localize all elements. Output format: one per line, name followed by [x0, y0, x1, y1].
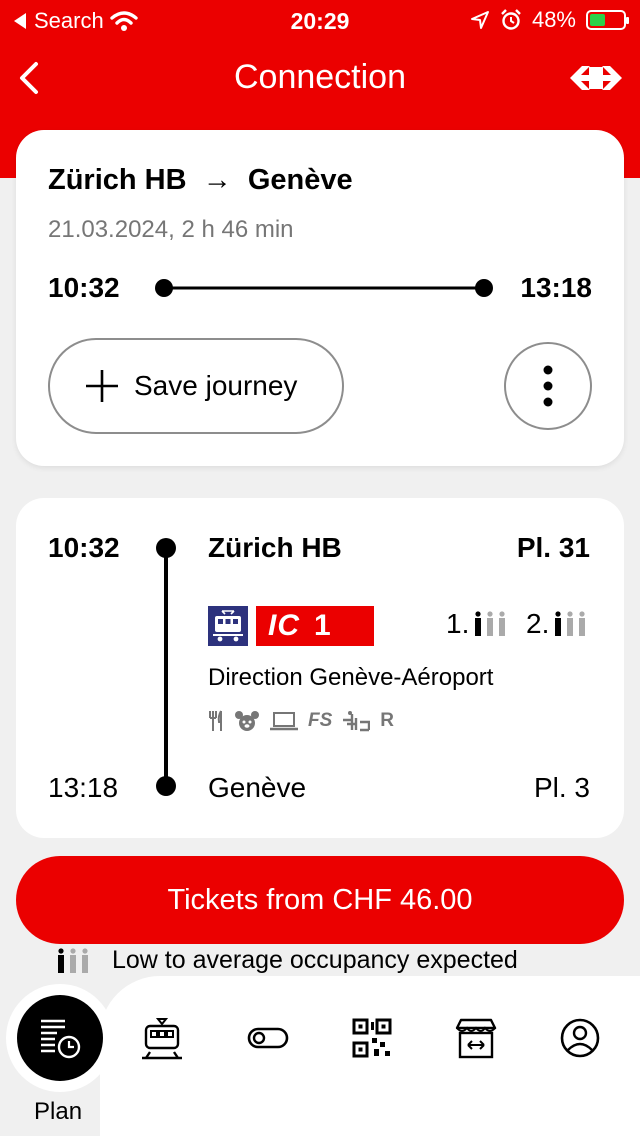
first-class-label: 1. — [446, 608, 470, 639]
tab-plan-label: Plan — [34, 1098, 83, 1125]
shop-icon[interactable] — [454, 1016, 498, 1060]
first-class-occupancy: 1. — [446, 608, 507, 640]
connection-summary-card: Zürich HB → Genève 21.03.2024, 2 h 46 mi… — [16, 130, 624, 466]
plan-active-indicator — [17, 995, 103, 1081]
train-line-badge: IC 1 — [256, 606, 374, 646]
profile-icon[interactable] — [558, 1016, 602, 1060]
sbb-logo-icon — [570, 66, 622, 90]
more-vertical-icon — [543, 365, 553, 407]
save-journey-button[interactable]: Save journey — [48, 338, 344, 434]
restaurant-icon — [209, 710, 222, 731]
location-icon — [470, 11, 489, 29]
journey-leg-card[interactable]: 10:32 Zürich HB Pl. 31 IC 1 1. 2. Direct… — [16, 498, 624, 838]
train-direction: Direction Genève-Aéroport — [208, 664, 494, 691]
toggle-icon[interactable] — [246, 1016, 290, 1060]
alarm-icon — [501, 9, 521, 30]
summary-arrival-time: 13:18 — [520, 272, 592, 303]
train-number: 1 — [314, 609, 331, 642]
second-class-occupancy: 2. — [526, 608, 587, 640]
plan-icon — [41, 1019, 81, 1059]
battery-fill — [590, 14, 606, 26]
buy-tickets-button[interactable]: Tickets from CHF 46.00 — [16, 856, 624, 944]
date-duration: 21.03.2024, 2 h 46 min — [48, 216, 294, 243]
battery-icon — [586, 10, 629, 30]
leg-arrival-station: Genève — [208, 772, 307, 803]
fs-amenity: FS — [308, 710, 333, 731]
origin-station: Zürich HB — [48, 164, 187, 196]
occupancy-note: Low to average occupancy expected — [56, 946, 518, 975]
occupancy-note-text: Low to average occupancy expected — [112, 946, 518, 974]
train-category: IC — [268, 609, 300, 642]
train-icon[interactable] — [140, 1016, 184, 1060]
tab-bar — [100, 976, 640, 1136]
occupancy-low-icon — [475, 611, 506, 636]
leg-arrival-time: 13:18 — [48, 772, 119, 803]
status-right: 48% — [470, 7, 629, 33]
leg-arrival-platform: Pl. 3 — [533, 772, 590, 803]
second-class-label: 2. — [526, 608, 550, 639]
plus-icon — [86, 370, 118, 402]
business-zone-icon — [270, 712, 298, 731]
page-title: Connection — [233, 58, 406, 96]
status-bar: Search 20:29 48% — [0, 0, 640, 40]
train-mode-icon — [208, 606, 248, 646]
leg-departure-time: 10:32 — [48, 532, 120, 563]
more-options-button[interactable] — [504, 342, 592, 430]
tab-plan[interactable] — [6, 984, 114, 1092]
route-arrow: → — [202, 164, 232, 196]
destination-station: Genève — [247, 164, 353, 196]
journey-timeline — [155, 279, 493, 297]
battery-percent: 48% — [531, 7, 576, 32]
qr-code-icon[interactable] — [350, 1016, 394, 1060]
route-title: Zürich HB → Genève — [48, 164, 353, 197]
leg-timeline — [156, 538, 176, 796]
summary-departure-time: 10:32 — [48, 272, 120, 303]
family-zone-icon — [235, 711, 259, 731]
reservation-amenity: R — [380, 710, 395, 731]
occupancy-low-icon — [555, 611, 586, 636]
occupancy-low-icon — [58, 947, 88, 973]
low-floor-access-icon — [343, 711, 371, 732]
leg-departure-station: Zürich HB — [208, 532, 342, 563]
leg-departure-platform: Pl. 31 — [516, 532, 590, 563]
amenities: FS R — [208, 708, 394, 734]
save-journey-label: Save journey — [134, 370, 298, 401]
